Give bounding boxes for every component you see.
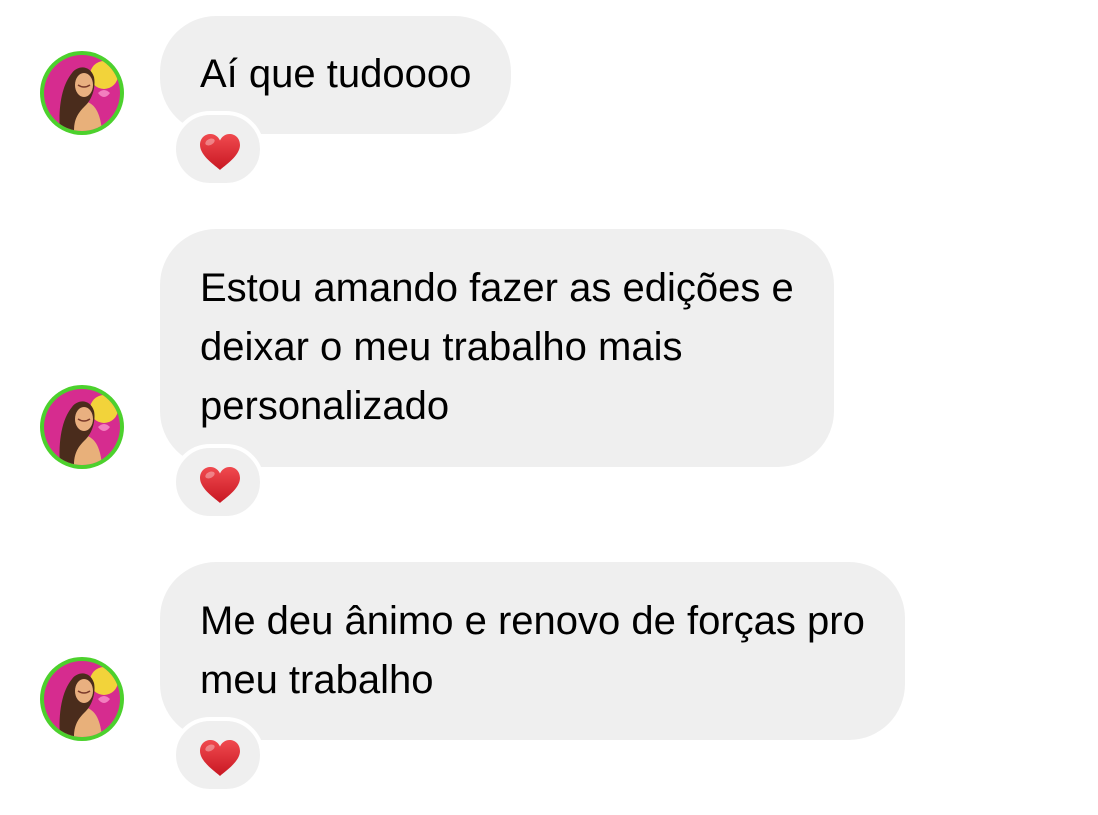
message-avatar[interactable]: [40, 385, 124, 469]
heart-icon: [198, 466, 242, 504]
message-bubble[interactable]: Estou amando fazer as edições e deixar o…: [160, 229, 834, 467]
message-bubble[interactable]: Me deu ânimo e renovo de forças pro meu …: [160, 562, 905, 740]
message-avatar[interactable]: [40, 51, 124, 135]
message-text-line: meu trabalho: [200, 658, 434, 702]
message-avatar[interactable]: [40, 657, 124, 741]
avatar-image: [44, 55, 120, 131]
avatar-image: [44, 661, 120, 737]
heart-icon: [198, 133, 242, 171]
reaction-badge[interactable]: [172, 111, 264, 187]
message-text-line: personalizado: [200, 384, 450, 428]
reaction-badge[interactable]: [172, 444, 264, 520]
reaction-badge[interactable]: [172, 717, 264, 793]
message-text-line: deixar o meu trabalho mais: [200, 325, 683, 369]
avatar-image: [44, 389, 120, 465]
message-text-line: Estou amando fazer as edições e: [200, 266, 794, 310]
message-text-line: Aí que tudoooo: [200, 52, 472, 96]
message-text-line: Me deu ânimo e renovo de forças pro: [200, 599, 865, 643]
heart-icon: [198, 739, 242, 777]
